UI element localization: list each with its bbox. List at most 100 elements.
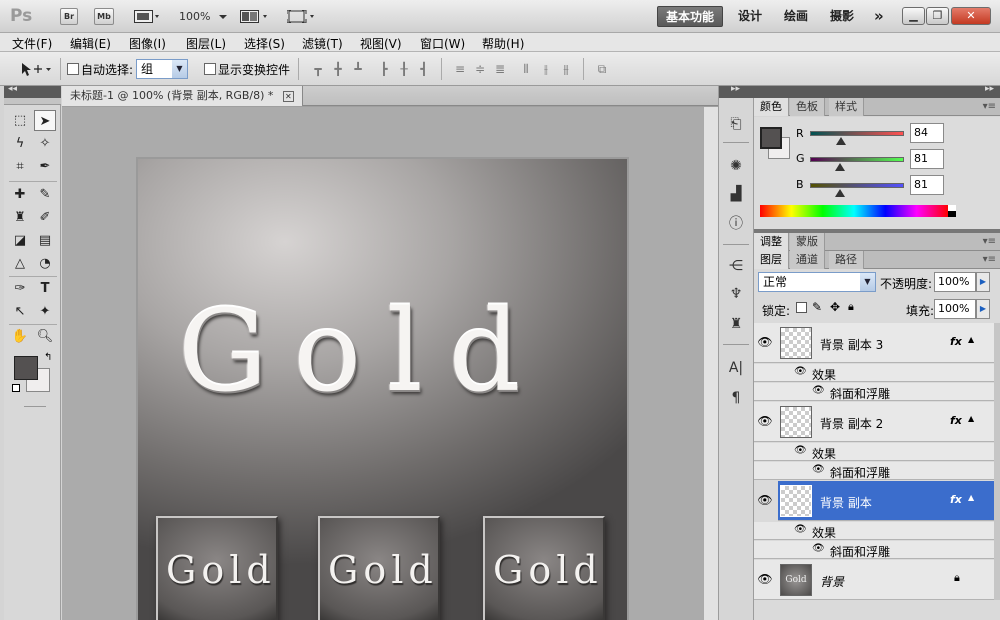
pen-tool-icon[interactable]: ✑ [9,278,31,299]
restore-button[interactable]: ❐ [926,7,949,25]
visibility-eye-icon[interactable]: 👁︎ [812,543,825,554]
green-value-input[interactable]: 81 [910,149,944,169]
align-vertical-center-icon[interactable]: ╋ [331,62,345,76]
fill-slider-arrow[interactable]: ▶ [976,299,990,319]
info-panel-icon[interactable]: ⓘ [724,214,748,234]
menu-edit[interactable]: 编辑(E) [70,35,111,52]
distribute-top-icon[interactable]: ≡ [453,62,467,76]
foreground-color-swatch[interactable] [14,356,38,380]
panel-dock-header[interactable]: ▸▸ [754,84,1000,98]
collapse-effects-icon[interactable]: ▲ [968,414,974,423]
red-slider-knob[interactable] [835,137,846,145]
document-tab[interactable]: 未标题-1 @ 100% (背景 副本, RGB/8) * ✕ [62,86,303,106]
quick-selection-tool-icon[interactable]: ✧ [34,133,56,154]
visibility-eye-icon[interactable]: 👁︎ [794,366,807,377]
align-horizontal-center-icon[interactable]: ╂ [397,62,411,76]
shape-tool-icon[interactable]: ✦ [34,301,56,322]
distribute-left-icon[interactable]: ⫴ [519,62,533,76]
marquee-tool-icon[interactable]: ⬚ [9,110,31,131]
layer-effects-icon[interactable]: fx [950,493,962,506]
workspace-design[interactable]: 设计 [730,6,770,27]
tab-color[interactable]: 颜色 [754,98,789,116]
dodge-tool-icon[interactable]: ◔ [34,253,56,274]
eyedropper-tool-icon[interactable]: ✒ [34,156,56,177]
distribute-right-icon[interactable]: ⫵ [559,62,573,76]
type-tool-icon[interactable]: T [34,278,56,299]
panel-menu-icon[interactable]: ▾≡ [983,236,996,247]
zoom-level[interactable]: 100% [179,10,210,23]
color-spectrum-bar[interactable] [760,205,948,217]
tab-masks[interactable]: 蒙版 [790,233,825,251]
arrange-documents-button[interactable] [238,8,274,25]
effect-item-row[interactable]: 👁︎ 斜面和浮雕 [754,541,994,559]
brush-tool-icon[interactable]: ✎ [34,184,56,205]
swap-colors-icon[interactable]: ↰ [44,352,52,363]
panel-menu-icon[interactable]: ▾≡ [983,101,996,112]
workspace-essentials[interactable]: 基本功能 [657,6,724,27]
distribute-horizontal-icon[interactable]: ⫲ [539,62,553,76]
foreground-color-swatch[interactable] [760,127,782,149]
tab-adjustments[interactable]: 调整 [754,233,789,251]
distribute-center-icon[interactable]: ≑ [473,62,487,76]
layers-scrollbar[interactable] [994,323,1000,600]
green-slider[interactable] [810,157,904,162]
red-slider[interactable] [810,131,904,136]
menu-layer[interactable]: 图层(L) [186,35,226,52]
histogram-panel-icon[interactable]: ▟ [724,184,748,204]
black-swatch[interactable] [948,211,956,217]
history-panel-icon[interactable]: ⎗ [724,114,748,134]
align-right-icon[interactable]: ┫ [417,62,431,76]
visibility-eye-icon[interactable]: 👁︎ [754,335,776,349]
lock-pixels-icon[interactable]: ✎ [812,300,822,314]
visibility-eye-icon[interactable]: 👁︎ [754,414,776,428]
paragraph-panel-icon[interactable]: ¶ [724,388,748,408]
path-selection-tool-icon[interactable]: ↖ [9,301,31,322]
visibility-eye-icon[interactable]: 👁︎ [754,572,776,586]
gradient-tool-icon[interactable]: ▤ [34,230,56,251]
menu-image[interactable]: 图像(I) [129,35,166,52]
tool-preset-picker[interactable] [20,61,56,77]
brushes-panel-icon[interactable]: ♆ [724,284,748,304]
vertical-scrollbar[interactable] [703,107,718,620]
visibility-eye-icon[interactable]: 👁︎ [794,445,807,456]
show-transform-checkbox[interactable] [204,63,216,75]
align-bottom-icon[interactable]: ┻ [351,62,365,76]
brush-presets-panel-icon[interactable]: ⋲ [724,256,748,276]
workspace-painting[interactable]: 绘画 [776,6,816,27]
layer-row[interactable]: 👁︎ Gold 背景 🔒︎ [754,560,994,600]
opacity-slider-arrow[interactable]: ▶ [976,272,990,292]
clone-stamp-tool-icon[interactable]: ♜ [9,207,31,228]
close-button[interactable]: ✕ [951,7,991,25]
tab-styles[interactable]: 样式 [829,98,864,116]
effects-row[interactable]: 👁︎ 效果 [754,443,994,461]
tab-paths[interactable]: 路径 [829,251,864,269]
view-extras-button[interactable] [130,8,164,25]
navigator-panel-icon[interactable]: ✺ [724,156,748,176]
lasso-tool-icon[interactable]: ϟ [9,133,31,154]
menu-help[interactable]: 帮助(H) [482,35,524,52]
layer-effects-icon[interactable]: fx [950,414,962,427]
collapse-effects-icon[interactable]: ▲ [968,335,974,344]
blend-mode-dropdown[interactable]: 正常 ▼ [758,272,876,292]
opacity-input[interactable]: 100% [934,272,976,292]
effect-item-row[interactable]: 👁︎ 斜面和浮雕 [754,462,994,480]
menu-filter[interactable]: 滤镜(T) [302,35,343,52]
layer-row[interactable]: 👁︎ 背景 副本 3 fx ▲ [754,323,994,363]
distribute-bottom-icon[interactable]: ≣ [493,62,507,76]
move-tool-icon[interactable]: ➤ [34,110,56,131]
mini-bridge-button[interactable]: Mb [94,8,114,25]
blue-slider-knob[interactable] [834,189,845,197]
auto-select-dropdown[interactable]: 组 ▼ [136,59,188,79]
bridge-button[interactable]: Br [60,8,78,25]
layer-effects-icon[interactable]: fx [950,335,962,348]
screen-mode-button[interactable] [285,8,321,25]
close-tab-icon[interactable]: ✕ [282,90,294,102]
effect-item-row[interactable]: 👁︎ 斜面和浮雕 [754,383,994,401]
history-brush-tool-icon[interactable]: ✐ [34,207,56,228]
menu-view[interactable]: 视图(V) [360,35,402,52]
panel-menu-icon[interactable]: ▾≡ [983,254,996,265]
lock-transparency-icon[interactable] [796,302,807,313]
tab-swatches[interactable]: 色板 [790,98,825,116]
tab-channels[interactable]: 通道 [790,251,825,269]
lock-all-icon[interactable]: 🔒︎ [848,300,854,314]
